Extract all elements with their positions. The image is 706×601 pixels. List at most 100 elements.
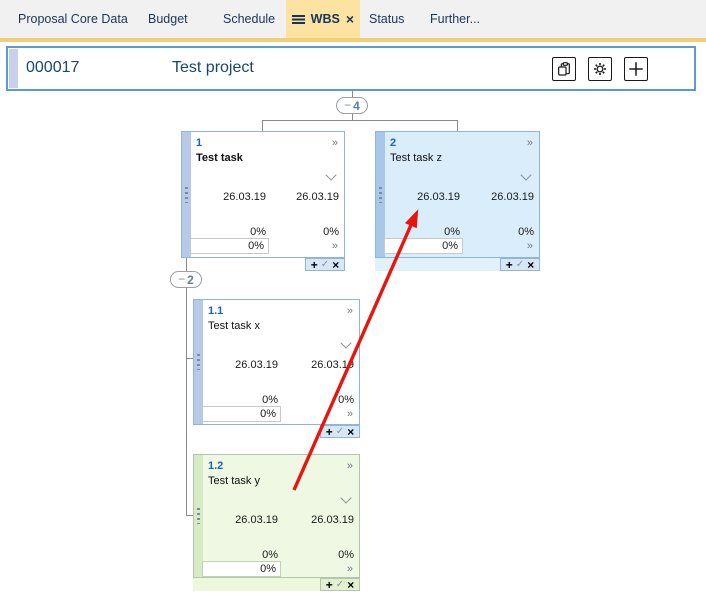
connector-line [457, 120, 458, 131]
tab-budget[interactable]: Budget [148, 0, 188, 38]
delete-icon[interactable]: × [332, 260, 339, 270]
grip-icon [197, 354, 200, 370]
tab-proposal-core-data[interactable]: Proposal Core Data [18, 0, 128, 38]
confirm-icon[interactable]: ✓ [336, 580, 344, 590]
more-icon[interactable]: » [347, 563, 353, 575]
card-drag-handle[interactable] [194, 455, 203, 577]
child-count: 4 [353, 100, 360, 112]
delete-icon[interactable]: × [347, 580, 354, 590]
more-icon[interactable]: » [332, 137, 338, 149]
percent-input[interactable]: 0% [190, 238, 269, 254]
gear-icon [592, 61, 608, 77]
plus-icon [627, 60, 645, 78]
percent-input[interactable]: 0% [384, 238, 463, 254]
confirm-icon[interactable]: ✓ [516, 260, 524, 270]
project-header: 000017 Test project [6, 46, 696, 91]
wbs-card-2[interactable]: 2 » Test task z 26.03.19 26.03.19 0% 0% … [375, 131, 540, 258]
card-footer: + ✓ × [193, 425, 360, 438]
start-date: 26.03.19 [208, 359, 278, 371]
card-number: 1 [196, 137, 202, 149]
start-date: 26.03.19 [390, 191, 460, 203]
header-toolbar [552, 57, 648, 81]
tab-further[interactable]: Further... [430, 0, 480, 38]
connector-line [262, 120, 263, 131]
tab-label: Budget [148, 12, 188, 26]
more-icon[interactable]: » [332, 240, 338, 252]
tab-status[interactable]: Status [369, 0, 404, 38]
delete-icon[interactable]: × [347, 427, 354, 437]
wbs-card-1-1[interactable]: 1.1 » Test task x 26.03.19 26.03.19 0% 0… [193, 299, 360, 425]
connector-line [262, 120, 458, 121]
percent-input[interactable]: 0% [202, 561, 281, 577]
tab-wbs[interactable]: WBS × [286, 0, 360, 38]
card-title: Test task z [390, 152, 442, 164]
close-tab-icon[interactable]: × [346, 12, 354, 26]
more-icon[interactable]: » [527, 240, 533, 252]
tab-underline [0, 38, 706, 42]
card-title: Test task y [208, 475, 260, 487]
settings-button[interactable] [588, 57, 612, 81]
percent-left: 0% [208, 549, 278, 561]
more-icon[interactable]: » [527, 137, 533, 149]
card-actions: + ✓ × [500, 258, 540, 271]
grip-icon [197, 508, 200, 524]
add-child-icon[interactable]: + [311, 260, 318, 270]
collapse-icon: − [344, 99, 351, 111]
percent-right: 0% [518, 226, 534, 238]
wbs-card-1[interactable]: 1 » Test task 26.03.19 26.03.19 0% 0% 0%… [181, 131, 345, 258]
menu-icon[interactable] [292, 15, 305, 24]
connector-line [186, 287, 187, 515]
end-date: 26.03.19 [491, 191, 534, 203]
add-child-icon[interactable]: + [326, 580, 333, 590]
chevron-down-icon[interactable] [325, 169, 336, 180]
add-child-icon[interactable]: + [506, 260, 513, 270]
tab-label: Status [369, 12, 404, 26]
more-icon[interactable]: » [347, 305, 353, 317]
tab-bar: Proposal Core Data Budget Schedule WBS ×… [0, 0, 706, 38]
collapse-expander-root[interactable]: − 4 [336, 97, 368, 114]
card-actions: + ✓ × [320, 578, 360, 591]
percent-right: 0% [338, 549, 354, 561]
percent-left: 0% [196, 226, 266, 238]
percent-right: 0% [323, 226, 339, 238]
confirm-icon[interactable]: ✓ [336, 427, 344, 437]
add-child-icon[interactable]: + [326, 427, 333, 437]
percent-left: 0% [208, 394, 278, 406]
clipboard-copy-icon [556, 61, 572, 77]
start-date: 26.03.19 [196, 191, 266, 203]
chevron-down-icon[interactable] [340, 492, 351, 503]
collapse-expander-task1[interactable]: − 2 [170, 271, 202, 288]
tab-label: Proposal Core Data [18, 12, 128, 26]
end-date: 26.03.19 [311, 514, 354, 526]
add-button[interactable] [624, 57, 648, 81]
more-icon[interactable]: » [347, 460, 353, 472]
project-number: 000017 [26, 59, 79, 77]
confirm-icon[interactable]: ✓ [321, 260, 329, 270]
start-date: 26.03.19 [208, 514, 278, 526]
tab-label: WBS [311, 12, 340, 26]
card-footer: + ✓ × [375, 258, 540, 271]
card-number: 1.2 [208, 460, 223, 472]
paste-button[interactable] [552, 57, 576, 81]
project-title: Test project [172, 59, 254, 77]
card-title: Test task x [208, 320, 260, 332]
project-header-handle [9, 49, 18, 88]
card-actions: + ✓ × [305, 258, 345, 271]
chevron-down-icon[interactable] [520, 169, 531, 180]
end-date: 26.03.19 [311, 359, 354, 371]
delete-icon[interactable]: × [527, 260, 534, 270]
chevron-down-icon[interactable] [340, 337, 351, 348]
child-count: 2 [187, 274, 194, 286]
percent-input[interactable]: 0% [202, 406, 281, 422]
card-number: 2 [390, 137, 396, 149]
wbs-card-1-2[interactable]: 1.2 » Test task y 26.03.19 26.03.19 0% 0… [193, 454, 360, 578]
card-footer: + ✓ × [193, 578, 360, 591]
card-title: Test task [196, 152, 243, 164]
percent-right: 0% [338, 394, 354, 406]
tab-label: Schedule [223, 12, 275, 26]
grip-icon [379, 187, 382, 203]
collapse-icon: − [178, 273, 185, 285]
tab-schedule[interactable]: Schedule [223, 0, 275, 38]
percent-left: 0% [390, 226, 460, 238]
more-icon[interactable]: » [347, 408, 353, 420]
